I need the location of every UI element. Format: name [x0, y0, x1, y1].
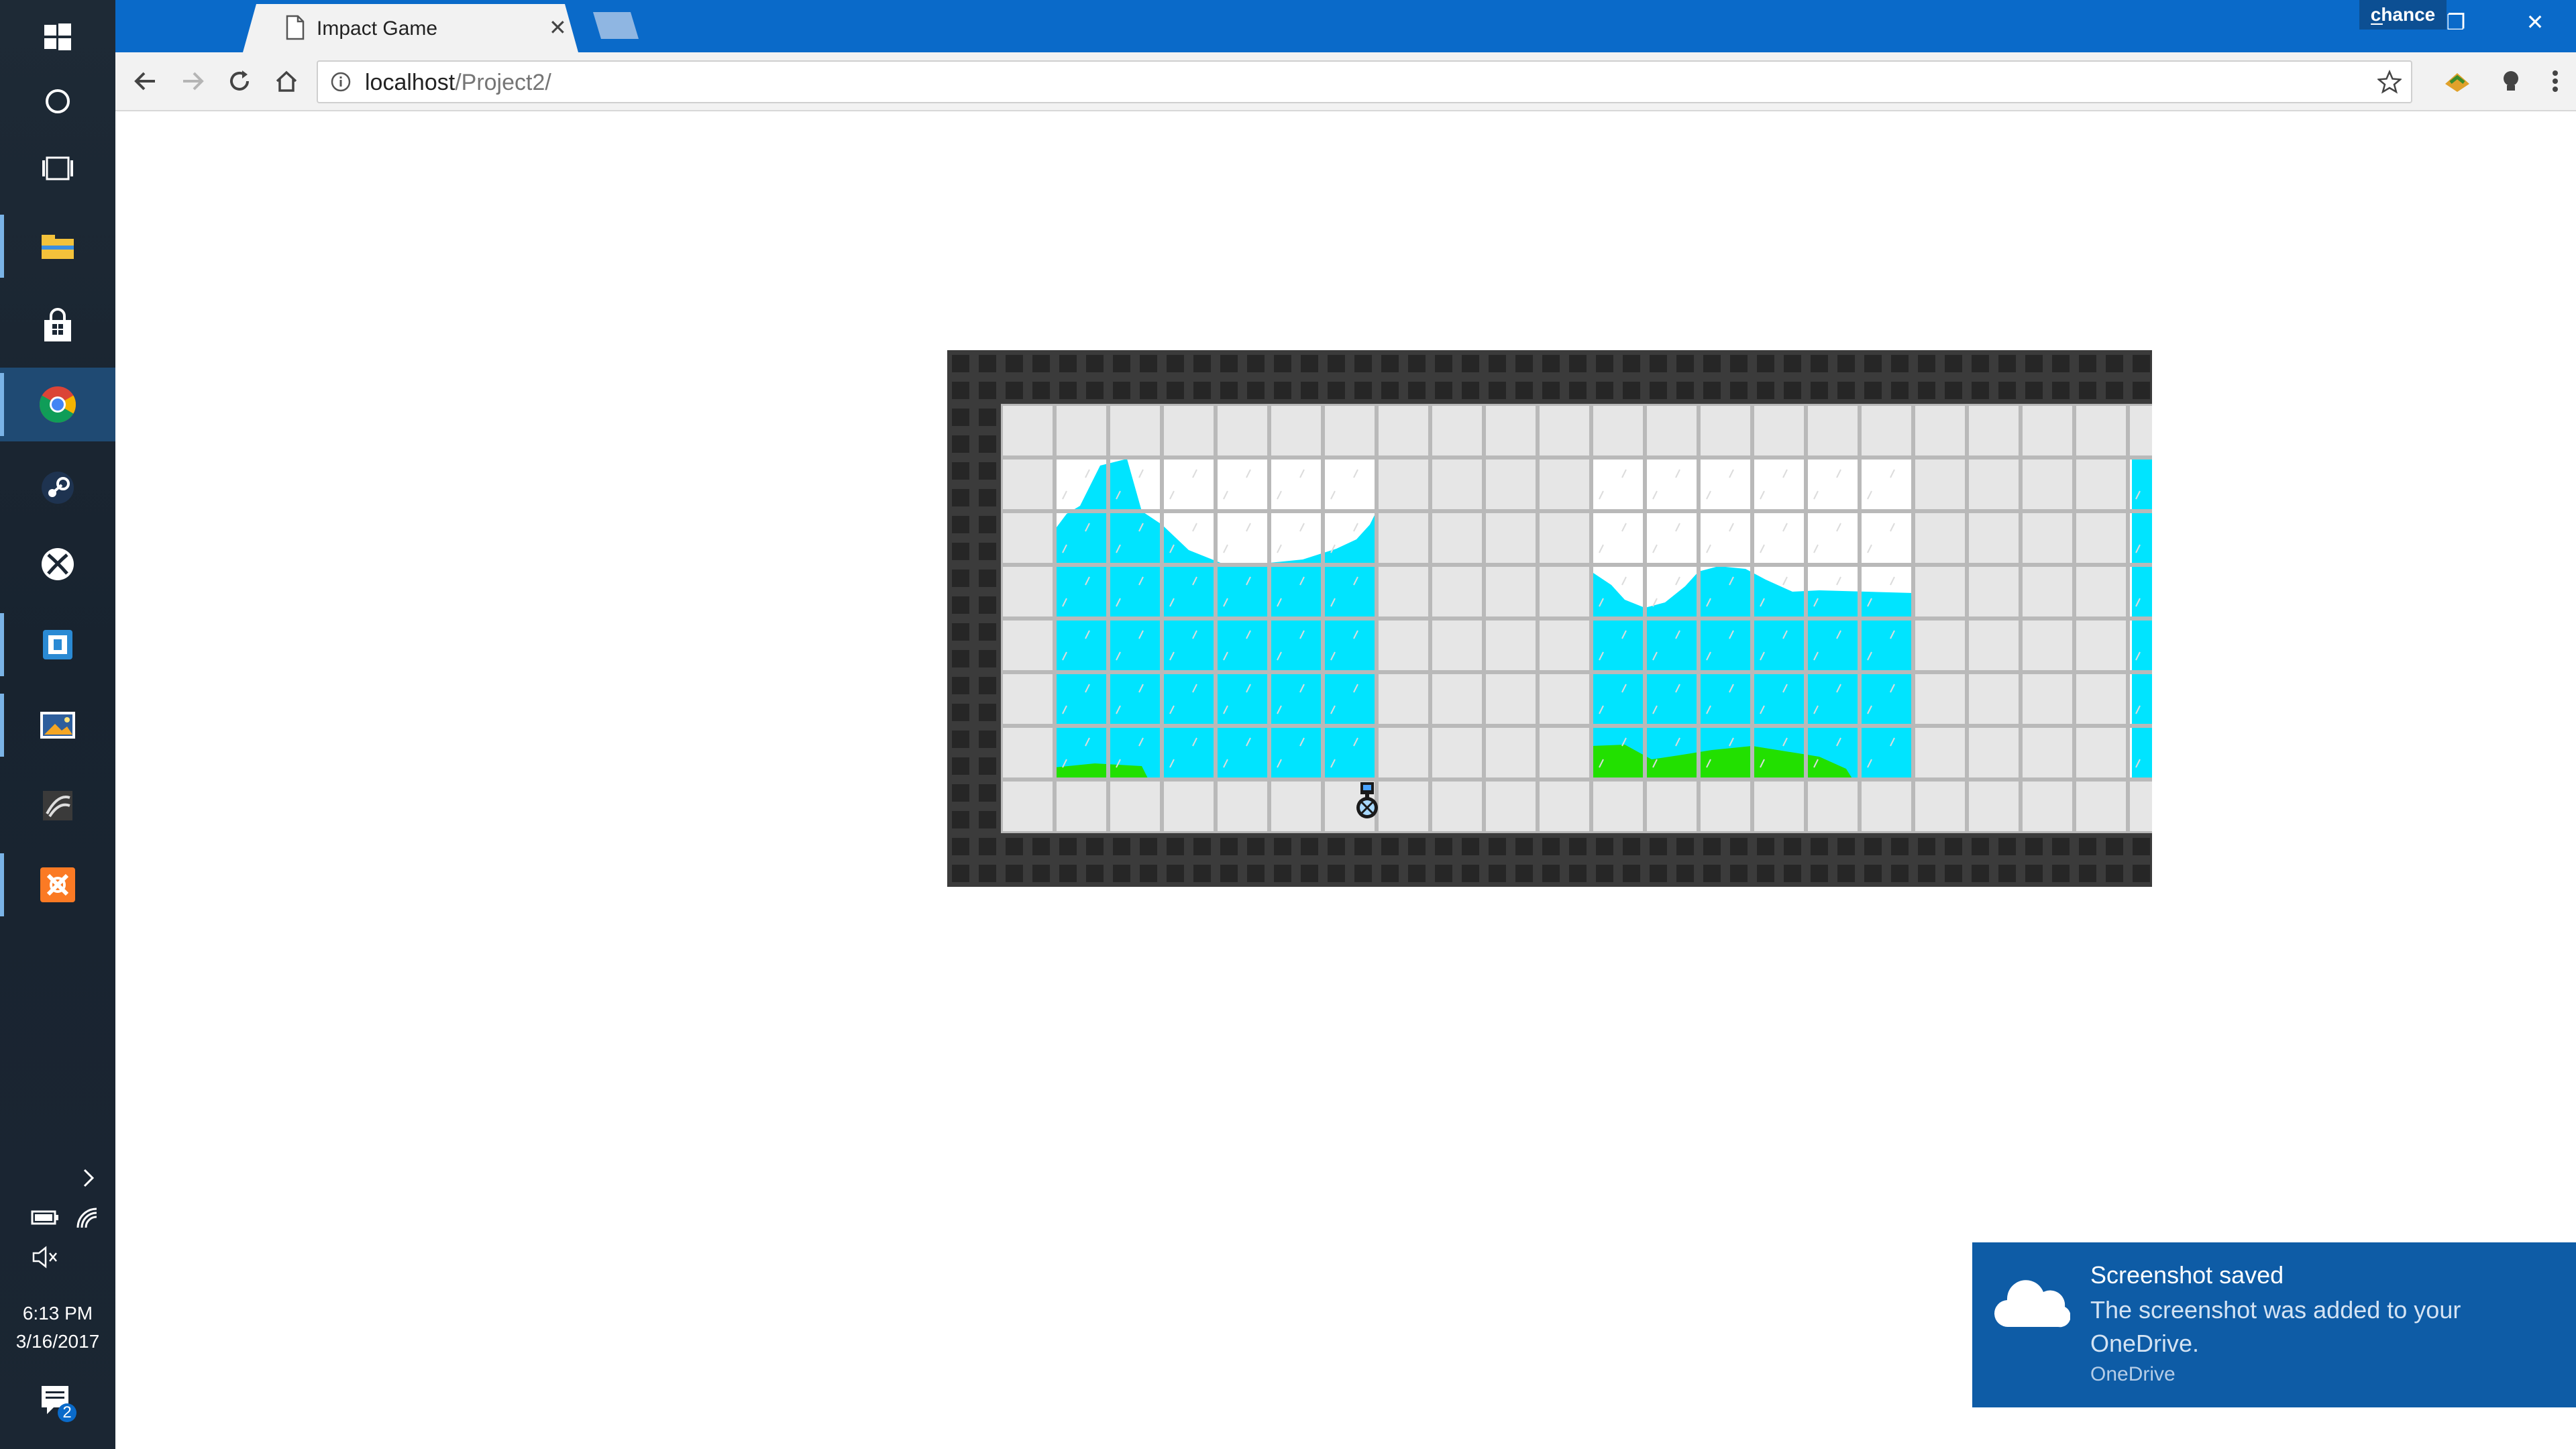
battery-icon[interactable] [30, 1208, 60, 1231]
url-path: /Project2/ [455, 70, 551, 95]
photos-icon[interactable] [0, 688, 115, 762]
forward-icon[interactable] [176, 64, 209, 98]
tab-title: Impact Game [317, 17, 438, 40]
xbox-icon[interactable] [0, 527, 115, 601]
gpu-app-icon[interactable] [0, 769, 115, 843]
windows-taskbar: 6:13 PM 3/16/2017 2 [0, 0, 115, 1449]
url-text[interactable]: localhost/Project2/ [365, 70, 551, 96]
app-icon[interactable] [0, 608, 115, 682]
browser-titlebar: Impact Game ✕ chance – ❐ ✕ [115, 0, 2576, 52]
info-icon[interactable] [330, 71, 352, 93]
clock-time[interactable]: 6:13 PM [0, 1303, 115, 1324]
volume-muted-icon[interactable] [31, 1245, 60, 1273]
wifi-icon[interactable] [74, 1205, 101, 1235]
minimize-button[interactable]: – [2347, 5, 2407, 39]
notification-count-badge: 2 [62, 1403, 72, 1421]
onedrive-cloud-icon [1994, 1280, 2070, 1328]
bookmark-star-icon[interactable] [2377, 70, 2402, 94]
game-playfield [1001, 404, 2152, 833]
url-host: localhost [365, 70, 455, 95]
chrome-menu-icon[interactable] [2538, 64, 2572, 98]
toast-body: The screenshot was added to your OneDriv… [2090, 1296, 2461, 1357]
home-icon[interactable] [270, 64, 303, 98]
back-icon[interactable] [129, 64, 162, 98]
action-center-icon[interactable]: 2 [39, 1383, 82, 1426]
xampp-icon[interactable] [0, 848, 115, 922]
new-tab-button[interactable] [593, 12, 639, 39]
windows-start-icon[interactable] [0, 0, 115, 74]
toast-app-name: OneDrive [2090, 1363, 2176, 1385]
steam-icon[interactable] [0, 451, 115, 525]
cortana-icon[interactable] [0, 64, 115, 138]
lightbulb-extension-icon[interactable] [2494, 64, 2528, 98]
reload-icon[interactable] [223, 64, 256, 98]
toast-title: Screenshot saved [2090, 1261, 2284, 1289]
extension-icon[interactable] [2440, 64, 2474, 98]
address-bar[interactable]: localhost/Project2/ [317, 60, 2412, 103]
store-icon[interactable] [0, 290, 115, 364]
tab-impact-game[interactable]: Impact Game ✕ [243, 4, 578, 52]
close-button[interactable]: ✕ [2505, 5, 2565, 39]
restore-button[interactable]: ❐ [2426, 5, 2486, 39]
file-explorer-icon[interactable] [0, 209, 115, 283]
tab-close-icon[interactable]: ✕ [549, 15, 567, 40]
clock-date[interactable]: 3/16/2017 [0, 1331, 115, 1352]
browser-toolbar: localhost/Project2/ [115, 52, 2576, 111]
show-hidden-icons-chevron-icon[interactable] [75, 1165, 102, 1191]
chrome-icon[interactable] [0, 368, 115, 441]
onedrive-toast[interactable]: Screenshot saved The screenshot was adde… [1972, 1242, 2576, 1407]
page-icon [286, 15, 305, 40]
game-canvas[interactable] [947, 350, 2152, 887]
task-view-icon[interactable] [0, 131, 115, 205]
